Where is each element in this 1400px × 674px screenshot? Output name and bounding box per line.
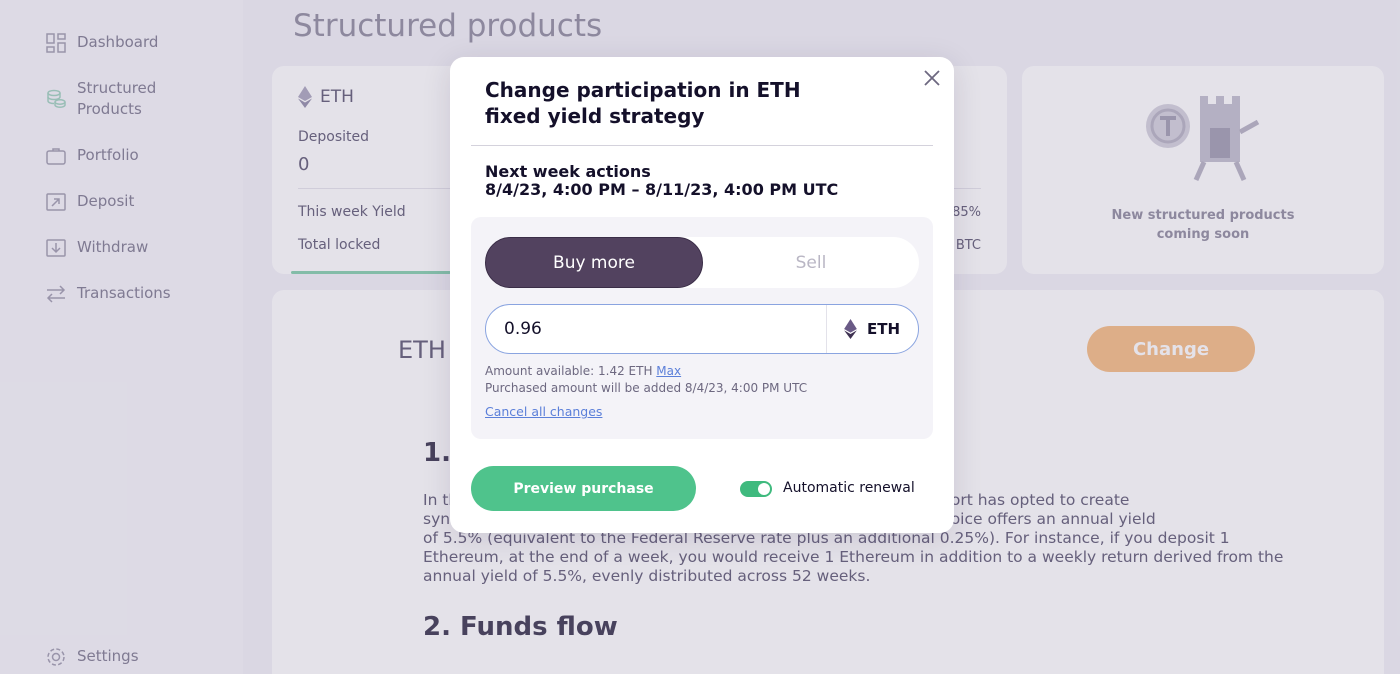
- modal-title: Change participation in ETH fixed yield …: [485, 78, 801, 128]
- buy-sell-toggle: Buy more Sell: [485, 237, 919, 288]
- automatic-renewal-label: Automatic renewal: [783, 480, 915, 496]
- amount-separator: [826, 305, 827, 353]
- currency-selector[interactable]: ETH: [844, 319, 900, 339]
- close-button[interactable]: [921, 67, 943, 89]
- max-link[interactable]: Max: [656, 364, 681, 378]
- preview-purchase-button[interactable]: Preview purchase: [471, 466, 696, 511]
- toggle-knob: [758, 483, 770, 495]
- close-icon: [924, 70, 940, 86]
- action-panel: Buy more Sell ETH Amount available: 1.42…: [471, 217, 933, 439]
- purchase-note: Purchased amount will be added 8/4/23, 4…: [485, 381, 808, 395]
- amount-input[interactable]: [486, 305, 826, 353]
- modal-divider: [471, 145, 933, 146]
- change-participation-modal: Change participation in ETH fixed yield …: [450, 57, 954, 533]
- available-amount: Amount available: 1.42 ETH Max: [485, 364, 682, 378]
- ethereum-icon: [844, 319, 857, 339]
- buy-more-tab[interactable]: Buy more: [485, 237, 703, 288]
- next-week-label: Next week actions: [485, 162, 651, 181]
- currency-label: ETH: [867, 320, 901, 338]
- amount-field: ETH: [485, 304, 919, 354]
- sell-tab[interactable]: Sell: [703, 237, 919, 288]
- date-range: 8/4/23, 4:00 PM – 8/11/23, 4:00 PM UTC: [485, 180, 839, 199]
- automatic-renewal-toggle[interactable]: [740, 481, 772, 497]
- cancel-all-changes-link[interactable]: Cancel all changes: [485, 404, 602, 419]
